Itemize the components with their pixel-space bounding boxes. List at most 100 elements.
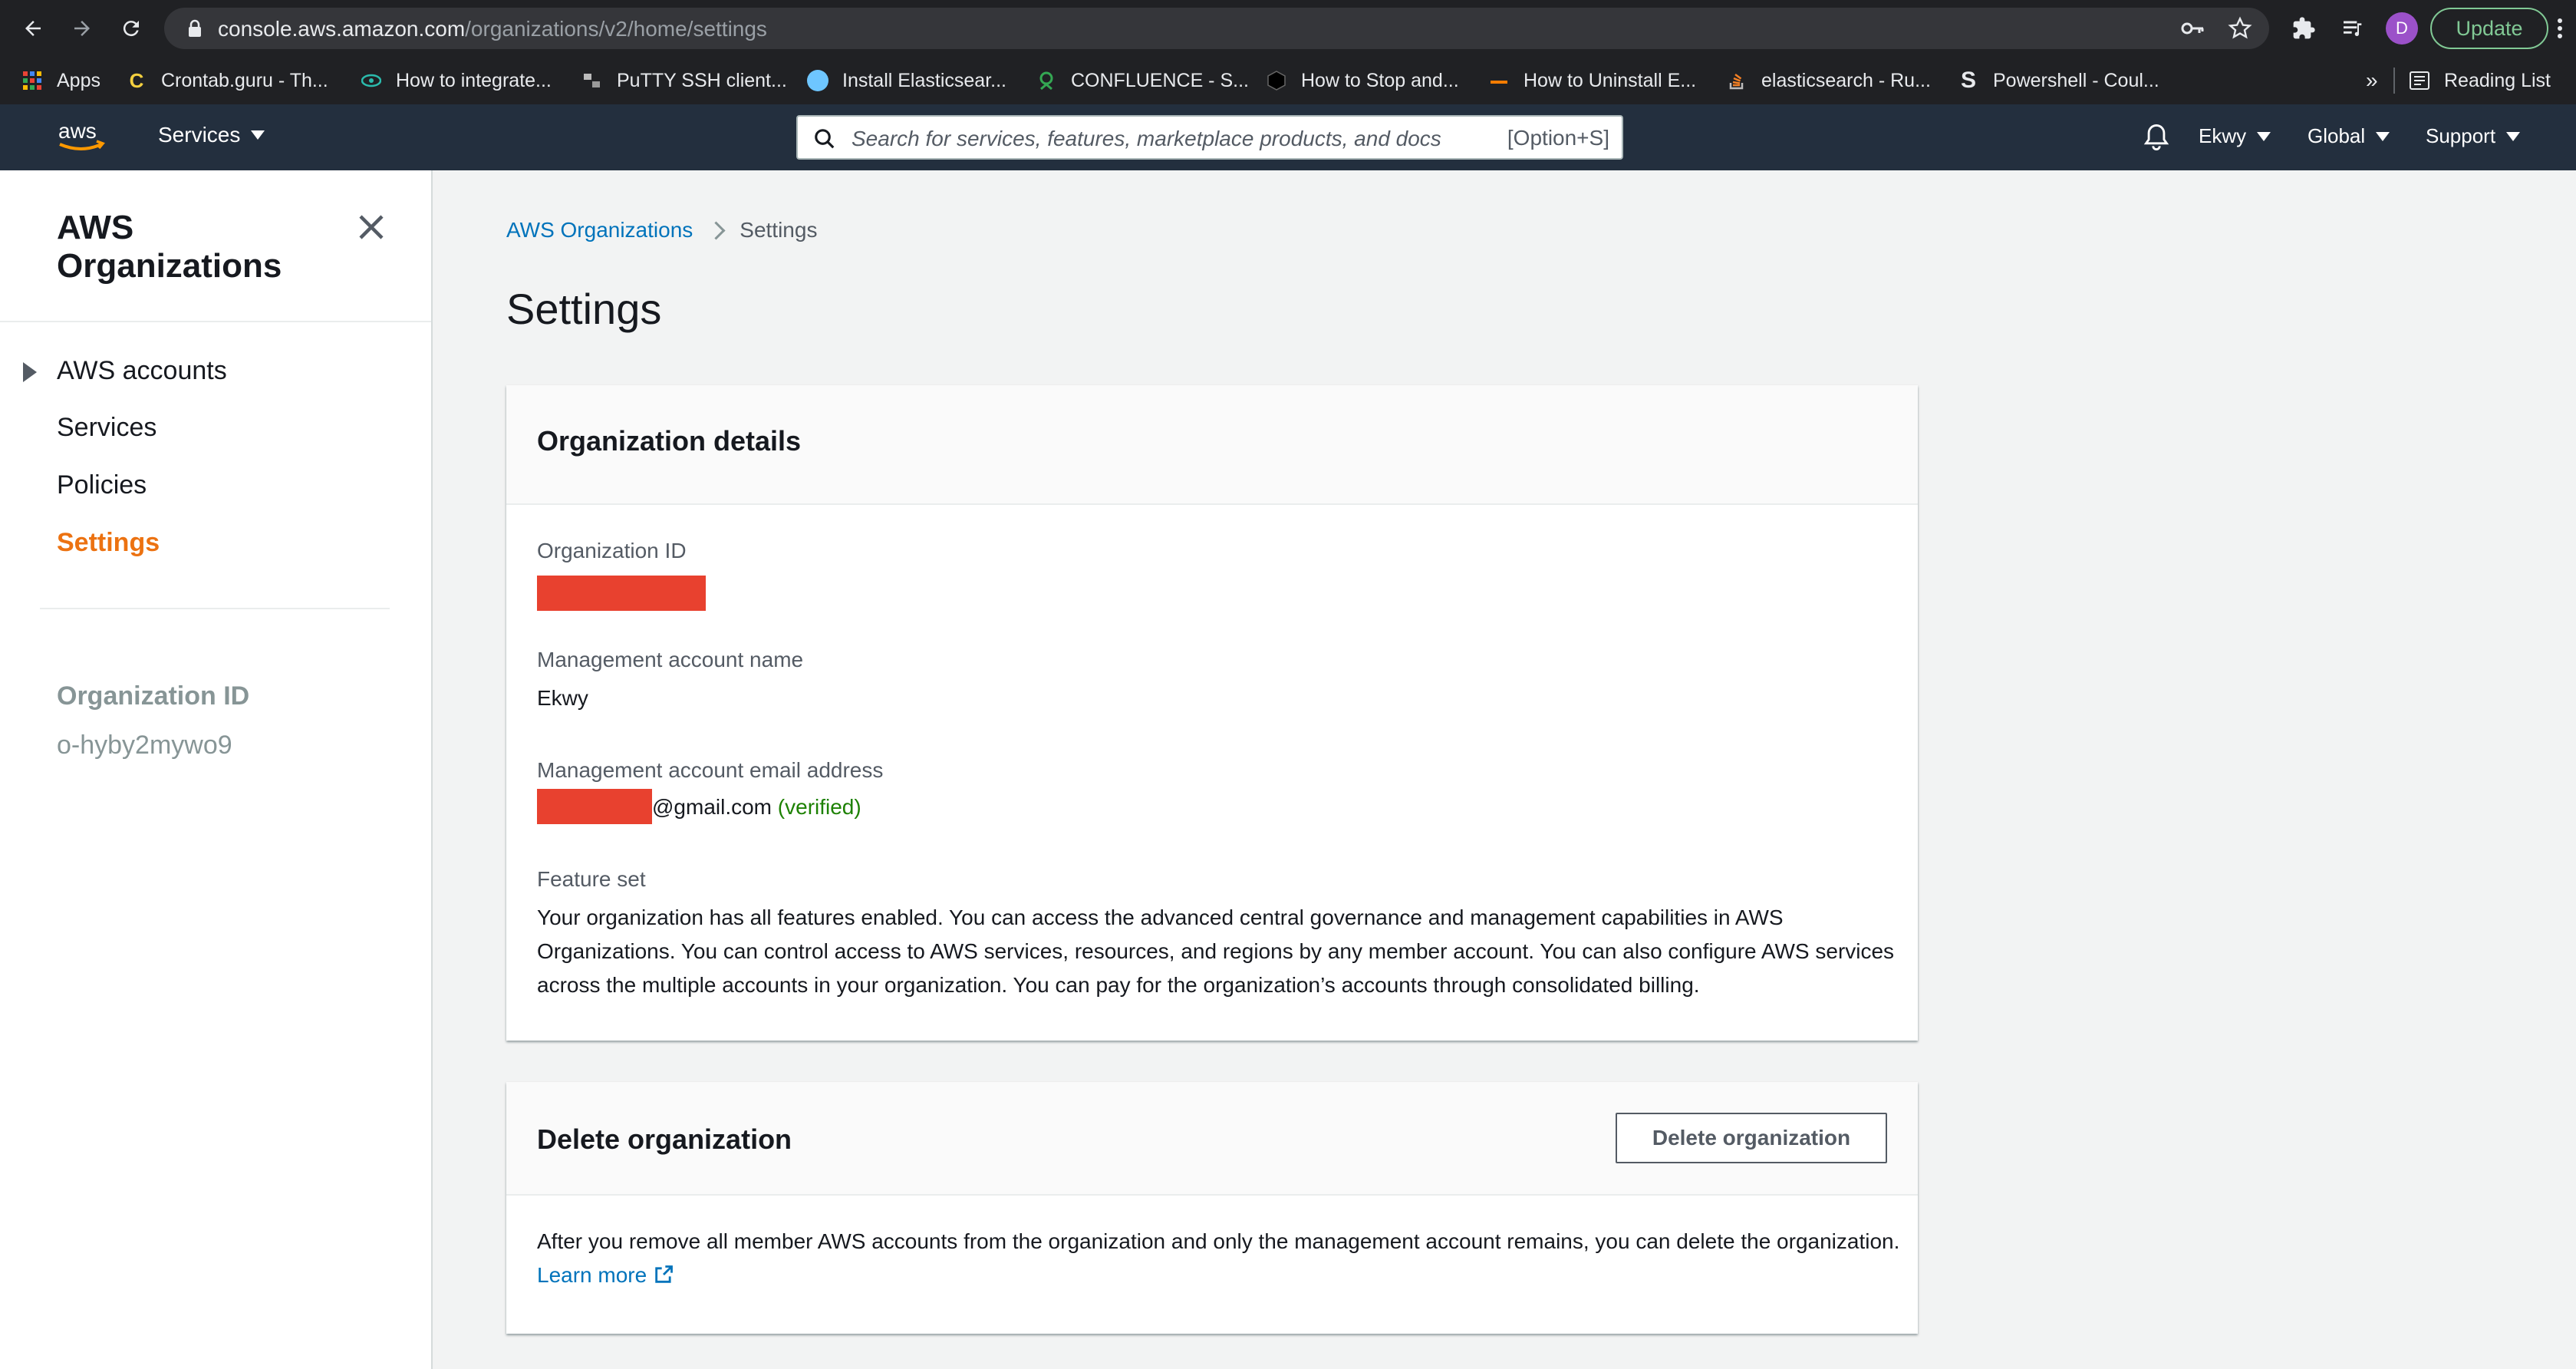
chevron-right-icon <box>707 220 726 240</box>
sidebar-title: AWS Organizations <box>57 209 282 285</box>
url-path: /organizations/v2/home/settings <box>465 17 767 41</box>
sidebar-divider <box>0 321 431 322</box>
verified-status: (verified) <box>777 795 861 819</box>
region-menu[interactable]: Global <box>2308 124 2390 148</box>
learn-more-label: Learn more <box>537 1263 647 1287</box>
caret-down-icon <box>2506 131 2521 141</box>
panel-header: Organization details <box>506 385 1918 505</box>
delete-org-heading: Delete organization <box>537 1123 792 1155</box>
bookmark-label: elasticsearch - Ru... <box>1761 69 1931 91</box>
support-menu[interactable]: Support <box>2426 124 2521 148</box>
org-id-label: Organization ID <box>537 539 687 562</box>
bookmark-label: Install Elasticsear... <box>842 69 1006 91</box>
bookmark-label: Apps <box>57 69 100 91</box>
caret-down-icon <box>251 130 265 140</box>
bell-icon[interactable] <box>2143 123 2169 156</box>
external-link-icon <box>655 1265 673 1283</box>
bookmark-label: CONFLUENCE - S... <box>1071 69 1249 91</box>
sidebar-item-settings[interactable]: Settings <box>57 528 160 558</box>
address-bar[interactable]: console.aws.amazon.com/organizations/v2/… <box>164 8 2269 49</box>
mgmt-account-name-value: Ekwy <box>537 686 588 710</box>
bookmark-elasticsearch[interactable]: elasticsearch - Ru... <box>1726 68 1931 94</box>
back-arrow-icon[interactable] <box>15 11 51 46</box>
profile-avatar[interactable]: D <box>2386 12 2418 45</box>
sidebar-item-services[interactable]: Services <box>57 413 156 443</box>
media-queue-icon[interactable] <box>2335 11 2370 46</box>
more-menu-icon[interactable] <box>2542 11 2576 46</box>
update-button[interactable]: Update <box>2430 8 2548 49</box>
reading-list[interactable]: Reading List <box>2409 68 2551 94</box>
sidebar-org-id-value: o-hyby2mywo9 <box>57 731 232 760</box>
learn-more-link[interactable]: Learn more <box>537 1263 674 1287</box>
mgmt-email-value: @gmail.com (verified) <box>652 795 861 820</box>
caret-down-icon <box>2376 131 2390 141</box>
search-input[interactable]: Search for services, features, marketpla… <box>796 115 1623 160</box>
bookmarks-bar: Apps C Crontab.guru - Th... How to integ… <box>0 57 2576 104</box>
reading-list-label: Reading List <box>2444 69 2551 91</box>
mgmt-account-name-label: Management account name <box>537 648 804 671</box>
reading-list-icon <box>2409 70 2430 91</box>
confluence-icon <box>1036 70 1057 91</box>
apps-grid-icon <box>21 70 43 91</box>
sidebar-divider <box>40 608 390 609</box>
expand-triangle-icon[interactable] <box>23 362 37 382</box>
putty-icon <box>581 70 603 91</box>
sidebar-item-aws-accounts[interactable]: AWS accounts <box>57 356 227 386</box>
redacted-email-local-part <box>537 789 652 824</box>
breadcrumb-root-link[interactable]: AWS Organizations <box>506 218 693 242</box>
s-logo-icon: S <box>1960 68 1976 93</box>
bookmark-integrate[interactable]: How to integrate... <box>361 68 552 94</box>
elastic-icon <box>807 70 828 91</box>
url-text: console.aws.amazon.com/organizations/v2/… <box>218 17 767 41</box>
bookmark-label: Powershell - Coul... <box>1993 69 2159 91</box>
bookmark-powershell[interactable]: S Powershell - Coul... <box>1958 68 2159 94</box>
svg-text:aws: aws <box>58 119 97 143</box>
bookmark-label: How to Uninstall E... <box>1524 69 1697 91</box>
hexagon-icon <box>1266 70 1287 91</box>
delete-organization-button[interactable]: Delete organization <box>1616 1113 1887 1163</box>
reload-icon[interactable] <box>114 11 149 46</box>
bookmark-stop[interactable]: How to Stop and... <box>1266 68 1459 94</box>
bookmark-label: PuTTY SSH client... <box>617 69 787 91</box>
close-icon[interactable] <box>353 209 390 246</box>
sidebar-item-policies[interactable]: Policies <box>57 470 147 500</box>
delete-org-panel: Delete organization Delete organization … <box>506 1082 1918 1334</box>
crontab-icon: C <box>129 68 144 92</box>
key-icon[interactable] <box>2180 18 2205 43</box>
url-host: console.aws.amazon.com <box>218 17 466 41</box>
org-details-panel: Organization details Organization ID Man… <box>506 385 1918 1041</box>
eye-icon <box>361 70 382 91</box>
bookmark-label: Crontab.guru - Th... <box>161 69 328 91</box>
caret-down-icon <box>2257 131 2271 141</box>
sidebar: AWS Organizations AWS accounts Services … <box>0 170 433 1369</box>
bookmark-putty[interactable]: PuTTY SSH client... <box>581 68 787 94</box>
breadcrumb-current: Settings <box>740 218 818 242</box>
bookmarks-overflow[interactable]: » <box>2366 68 2378 94</box>
bookmark-uninstall[interactable]: How to Uninstall E... <box>1488 68 1696 94</box>
bookmark-apps[interactable]: Apps <box>21 68 100 94</box>
bookmark-star-icon[interactable] <box>2228 16 2252 45</box>
support-label: Support <box>2426 124 2496 147</box>
bookmarks-divider <box>2393 68 2395 94</box>
bookmark-label: How to Stop and... <box>1301 69 1459 91</box>
search-icon <box>813 127 836 154</box>
forward-arrow-icon[interactable] <box>64 11 100 46</box>
feature-set-label: Feature set <box>537 867 646 891</box>
bookmark-elastic[interactable]: Install Elasticsear... <box>807 68 1006 94</box>
bookmark-label: How to integrate... <box>396 69 552 91</box>
services-menu[interactable]: Services <box>158 123 265 147</box>
extensions-puzzle-icon[interactable] <box>2286 11 2321 46</box>
org-details-heading: Organization details <box>537 425 802 457</box>
feature-set-description: Your organization has all features enabl… <box>537 906 1895 997</box>
dash-icon <box>1488 70 1510 91</box>
bookmark-confluence[interactable]: CONFLUENCE - S... <box>1036 68 1249 94</box>
delete-org-description: After you remove all member AWS accounts… <box>537 1225 1902 1292</box>
aws-logo-icon[interactable]: aws <box>55 118 109 155</box>
panel-header: Delete organization Delete organization <box>506 1082 1918 1196</box>
services-label: Services <box>158 123 241 147</box>
region-label: Global <box>2308 124 2366 147</box>
stackoverflow-icon <box>1726 70 1748 91</box>
account-menu[interactable]: Ekwy <box>2199 124 2271 148</box>
sidebar-org-id-label: Organization ID <box>57 681 250 711</box>
bookmark-crontab[interactable]: C Crontab.guru - Th... <box>126 68 328 94</box>
